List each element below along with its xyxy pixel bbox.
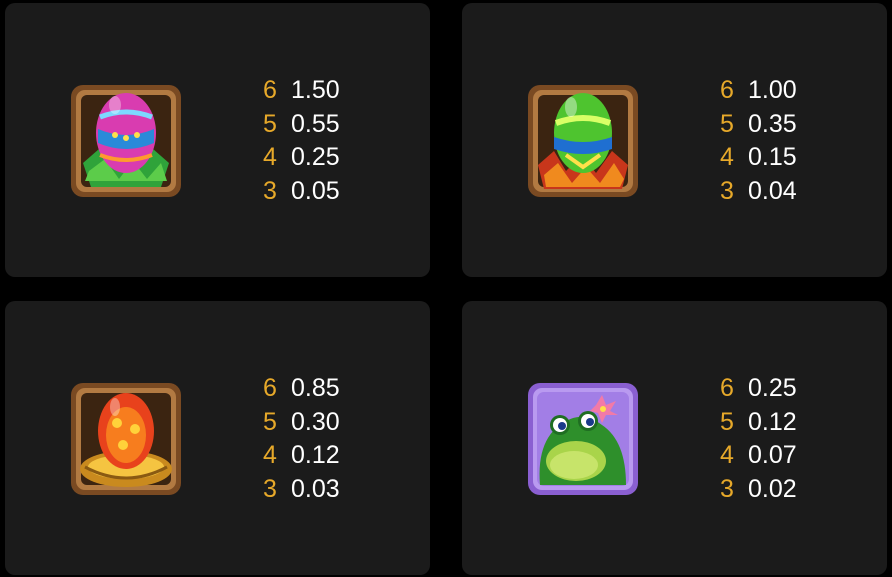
payout-value: 0.02 [748, 474, 797, 503]
paytable-row: 5 0.55 [263, 108, 413, 142]
payout-value: 0.25 [291, 143, 340, 172]
paytable-row: 3 0.04 [720, 175, 870, 209]
paytable-card-green-egg: 6 1.00 5 0.35 4 0.15 3 0.04 [462, 3, 887, 277]
paytable-row: 5 0.12 [720, 406, 870, 440]
paytable-card-orange-egg: 6 0.85 5 0.30 4 0.12 3 0.03 [5, 301, 430, 575]
match-count: 3 [720, 474, 734, 503]
frog-icon [526, 381, 640, 497]
paytable-row: 6 0.25 [720, 372, 870, 406]
paytable: 6 1.00 5 0.35 4 0.15 3 0.04 [720, 74, 870, 208]
paytable-row: 4 0.12 [263, 439, 413, 473]
paytable-row: 3 0.05 [263, 175, 413, 209]
match-count: 3 [720, 176, 734, 205]
paytable-row: 5 0.30 [263, 406, 413, 440]
payout-value: 0.04 [748, 176, 797, 205]
match-count: 3 [263, 474, 277, 503]
match-count: 4 [263, 143, 277, 172]
paytable-row: 6 0.85 [263, 372, 413, 406]
green-egg-on-autumn-leaves-icon [526, 83, 640, 199]
paytable-row: 4 0.15 [720, 141, 870, 175]
paytable-card-pink-egg: 6 1.50 5 0.55 4 0.25 3 0.05 [5, 3, 430, 277]
payout-value: 0.85 [291, 374, 340, 403]
match-count: 4 [720, 441, 734, 470]
match-count: 6 [720, 76, 734, 105]
payout-value: 0.07 [748, 441, 797, 470]
paytable-row: 6 1.50 [263, 74, 413, 108]
paytable-row: 6 1.00 [720, 74, 870, 108]
payout-value: 0.05 [291, 176, 340, 205]
payout-value: 1.00 [748, 76, 797, 105]
paytable-row: 3 0.02 [720, 473, 870, 507]
match-count: 5 [720, 407, 734, 436]
paytable-row: 4 0.07 [720, 439, 870, 473]
payout-value: 0.12 [291, 441, 340, 470]
match-count: 5 [720, 109, 734, 138]
match-count: 6 [720, 374, 734, 403]
match-count: 5 [263, 109, 277, 138]
payout-value: 0.03 [291, 474, 340, 503]
orange-egg-in-nest-icon [69, 381, 183, 497]
paytable-card-frog: 6 0.25 5 0.12 4 0.07 3 0.02 [462, 301, 887, 575]
match-count: 3 [263, 176, 277, 205]
match-count: 4 [720, 143, 734, 172]
paytable-row: 4 0.25 [263, 141, 413, 175]
match-count: 6 [263, 76, 277, 105]
paytable: 6 0.85 5 0.30 4 0.12 3 0.03 [263, 372, 413, 506]
payout-value: 0.15 [748, 143, 797, 172]
paytable: 6 0.25 5 0.12 4 0.07 3 0.02 [720, 372, 870, 506]
match-count: 6 [263, 374, 277, 403]
paytable: 6 1.50 5 0.55 4 0.25 3 0.05 [263, 74, 413, 208]
payout-value: 0.12 [748, 407, 797, 436]
payout-value: 1.50 [291, 76, 340, 105]
payout-value: 0.55 [291, 109, 340, 138]
payout-value: 0.30 [291, 407, 340, 436]
match-count: 4 [263, 441, 277, 470]
match-count: 5 [263, 407, 277, 436]
paytable-row: 5 0.35 [720, 108, 870, 142]
pink-egg-on-leaves-icon [69, 83, 183, 199]
payout-value: 0.35 [748, 109, 797, 138]
paytable-row: 3 0.03 [263, 473, 413, 507]
payout-value: 0.25 [748, 374, 797, 403]
